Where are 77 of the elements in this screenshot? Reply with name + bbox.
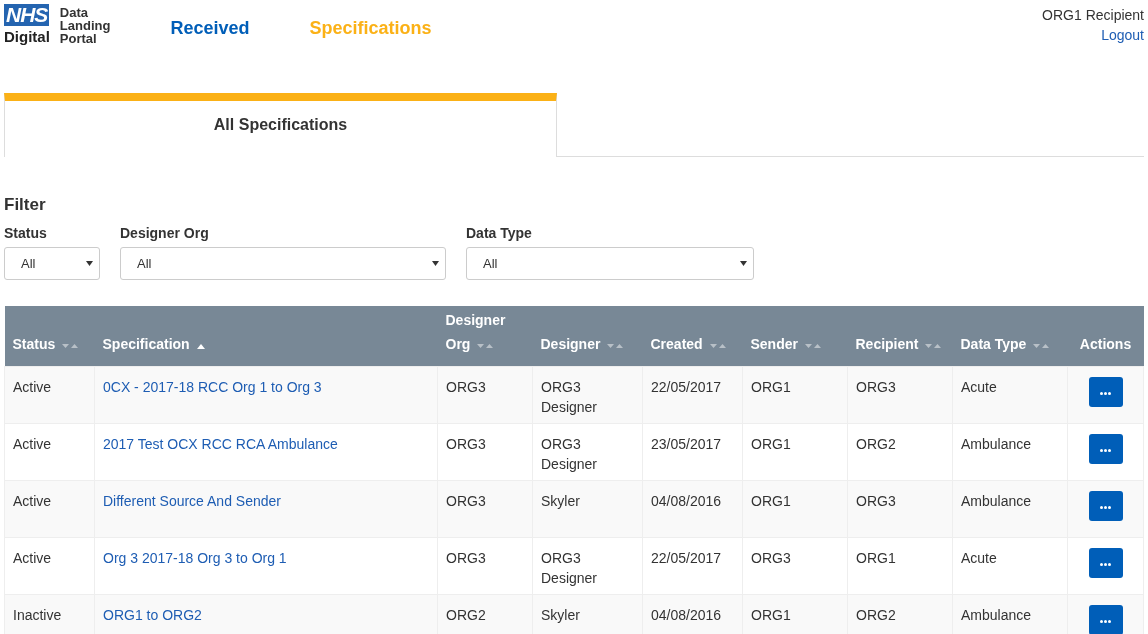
table-cell: Acute: [961, 378, 997, 395]
specification-link[interactable]: Different Source And Sender: [103, 492, 281, 509]
table-cell: Acute: [961, 549, 997, 566]
nav-link[interactable]: Received: [170, 18, 250, 39]
more-icon: [1100, 505, 1111, 509]
table-cell: ORG2: [856, 435, 896, 452]
nhs-logo-mark: NHS: [4, 4, 50, 26]
specification-link[interactable]: ORG1 to ORG2: [103, 606, 202, 623]
actions-button[interactable]: [1088, 376, 1123, 407]
filter-label: Designer Org: [120, 225, 210, 241]
actions-button[interactable]: [1088, 547, 1123, 578]
column-header[interactable]: Recipient: [847, 306, 953, 366]
column-header[interactable]: Designer: [532, 306, 643, 366]
logout-link[interactable]: Logout: [1101, 25, 1144, 45]
table-cell: ORG3: [446, 378, 486, 395]
table-cell: Skyler: [541, 606, 580, 623]
table-cell: ORG1: [751, 435, 791, 452]
more-icon: [1100, 391, 1111, 395]
table-cell: ORG3: [446, 549, 486, 566]
table-cell: ORG3 Designer: [541, 378, 598, 415]
table-cell: ORG2: [446, 606, 486, 623]
table-cell: 04/08/2016: [651, 492, 722, 509]
table-cell: ORG1: [751, 492, 791, 509]
table-cell: Active: [13, 549, 52, 566]
table-cell: ORG3: [856, 492, 896, 509]
table-cell: ORG1: [751, 378, 791, 395]
product-name: Data: [59, 6, 90, 19]
caret-icon: [432, 261, 439, 266]
filter-dropdown[interactable]: All: [120, 247, 446, 280]
more-icon: [1100, 448, 1111, 452]
table-cell: Active: [13, 435, 52, 452]
more-icon: [1100, 562, 1111, 566]
filter-label: Data Type: [466, 225, 533, 241]
table-cell: 23/05/2017: [651, 435, 722, 452]
caret-icon: [86, 261, 93, 266]
filter-label: Status: [4, 225, 48, 241]
tab[interactable]: All Specifications: [4, 93, 557, 157]
logo-name: Digital: [4, 28, 50, 46]
actions-button[interactable]: [1088, 433, 1123, 464]
more-icon: [1100, 619, 1111, 623]
table-cell: ORG1: [751, 606, 791, 623]
product-name: Portal: [59, 32, 97, 45]
table-cell: ORG1: [856, 549, 896, 566]
product-name: Landing: [59, 19, 111, 32]
table-cell: ORG3: [856, 378, 896, 395]
specification-link[interactable]: 0CX - 2017-18 RCC Org 1 to Org 3: [103, 378, 322, 395]
user-name: ORG1 Recipient: [1042, 6, 1144, 25]
filter-dropdown[interactable]: All: [466, 247, 754, 280]
column-header[interactable]: Designer Org: [437, 306, 533, 366]
table-cell: 22/05/2017: [651, 549, 722, 566]
column-header[interactable]: Created: [642, 306, 743, 366]
table-cell: ORG3: [446, 435, 486, 452]
specification-link[interactable]: Org 3 2017-18 Org 3 to Org 1: [103, 549, 287, 566]
column-header[interactable]: Status: [4, 306, 95, 366]
actions-button[interactable]: [1088, 490, 1123, 521]
table-cell: Skyler: [541, 492, 580, 509]
table-cell: 04/08/2016: [651, 606, 722, 623]
table-cell: Active: [13, 378, 52, 395]
filter-dropdown[interactable]: All: [4, 247, 100, 280]
column-header[interactable]: Sender: [742, 306, 848, 366]
table-cell: Inactive: [13, 606, 62, 623]
caret-icon: [740, 261, 747, 266]
table-cell: Ambulance: [961, 606, 1032, 623]
column-header[interactable]: Specification: [94, 306, 438, 366]
table-cell: ORG3 Designer: [541, 549, 598, 586]
table-cell: Ambulance: [961, 492, 1032, 509]
table-cell: Ambulance: [961, 435, 1032, 452]
table-cell: Active: [13, 492, 52, 509]
actions-button[interactable]: [1088, 604, 1123, 634]
column-header[interactable]: Actions: [1067, 306, 1144, 366]
filter-heading: Filter: [4, 195, 47, 215]
table-cell: ORG3 Designer: [541, 435, 598, 472]
column-header[interactable]: Data Type: [952, 306, 1068, 366]
table-cell: ORG3: [446, 492, 486, 509]
table-cell: 22/05/2017: [651, 378, 722, 395]
table-cell: ORG2: [856, 606, 896, 623]
table-cell: ORG3: [751, 549, 791, 566]
